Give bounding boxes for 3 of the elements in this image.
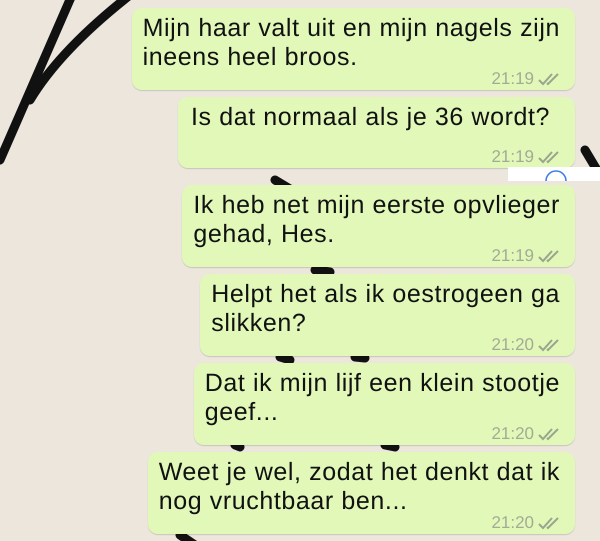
message-text: Is dat normaal als je 36 wordt? bbox=[190, 103, 552, 132]
loading-spinner-icon bbox=[544, 169, 568, 181]
message-time: 21:19 bbox=[491, 146, 534, 168]
